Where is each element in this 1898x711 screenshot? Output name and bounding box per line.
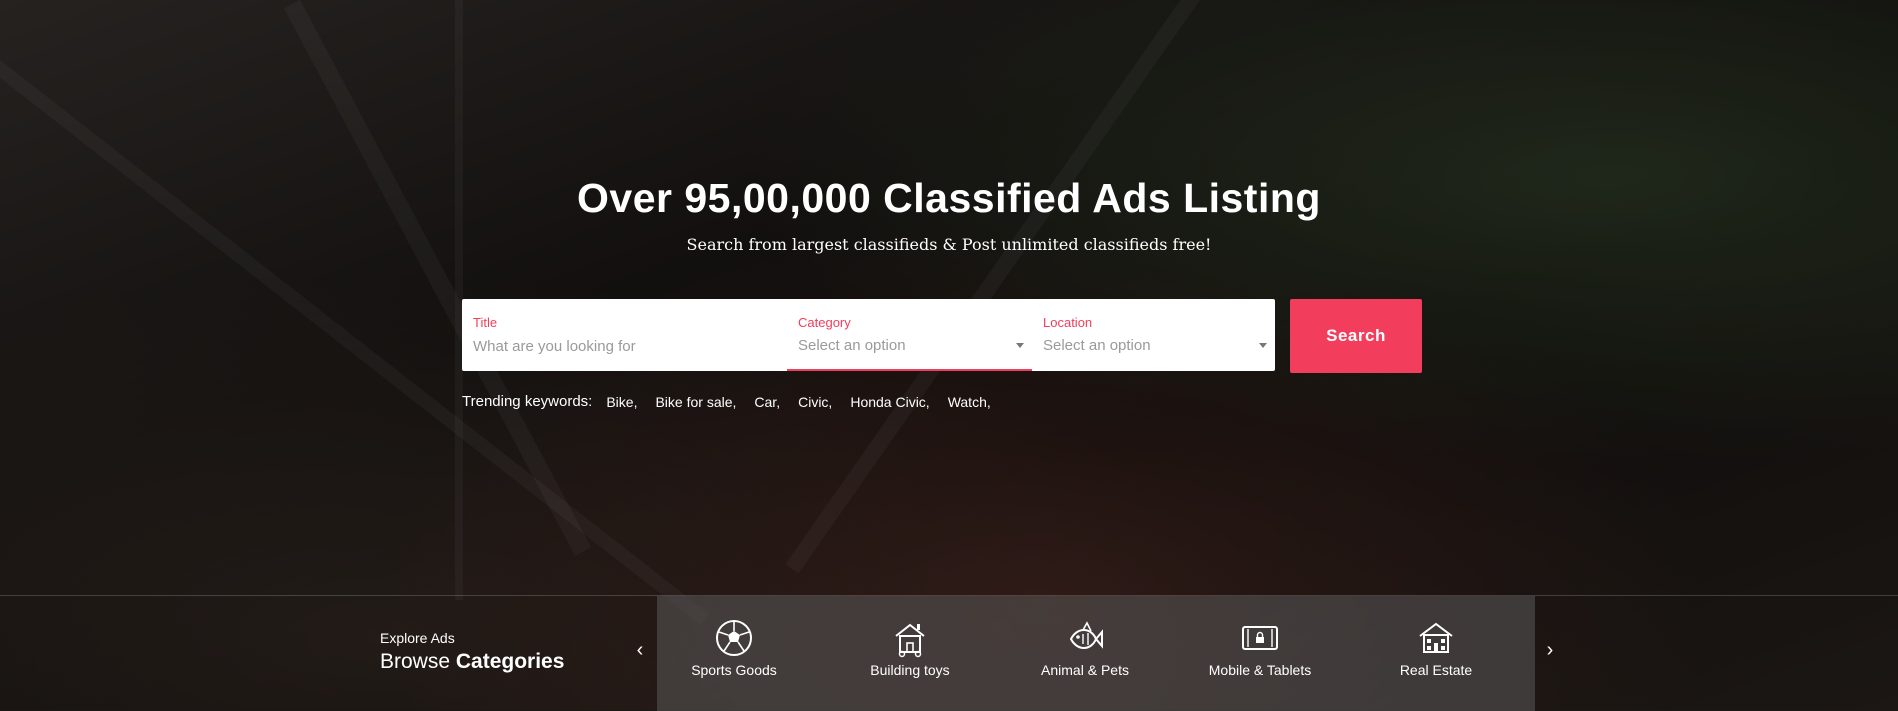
category-label: Mobile & Tablets bbox=[1208, 662, 1312, 678]
building-icon bbox=[1419, 622, 1453, 653]
toy-house-icon bbox=[895, 623, 925, 658]
category-label: Real Estate bbox=[1399, 662, 1473, 678]
title-field[interactable]: Title bbox=[462, 299, 787, 371]
soccer-ball-icon bbox=[716, 620, 752, 656]
category-label: Animal & Pets bbox=[1041, 662, 1129, 678]
search-button[interactable]: Search bbox=[1290, 299, 1422, 373]
location-select[interactable]: Location Select an option bbox=[1032, 299, 1275, 371]
location-value: Select an option bbox=[1043, 337, 1151, 354]
category-select[interactable]: Category Select an option bbox=[787, 299, 1032, 371]
trending-keyword[interactable]: Bike for sale, bbox=[655, 394, 736, 410]
category-item-real-estate[interactable]: Real Estate bbox=[1366, 618, 1506, 678]
category-kicker: Explore Ads bbox=[380, 630, 455, 646]
search-form: Title Category Select an option Location… bbox=[462, 299, 1275, 371]
category-heading-plain: Browse bbox=[380, 650, 451, 673]
title-label: Title bbox=[473, 315, 498, 330]
category-intro: Explore Ads Browse Categories bbox=[380, 630, 564, 674]
title-input[interactable] bbox=[473, 336, 773, 356]
trending-keyword[interactable]: Honda Civic, bbox=[850, 394, 929, 410]
category-carousel: Sports Goods Building toys Animal & Pets… bbox=[657, 596, 1535, 711]
trending-keyword[interactable]: Car, bbox=[754, 394, 780, 410]
carousel-prev-button[interactable]: ‹ bbox=[630, 640, 650, 660]
category-item-mobile-tablets[interactable]: Mobile & Tablets bbox=[1190, 618, 1330, 678]
trending-keyword[interactable]: Bike, bbox=[606, 394, 637, 410]
trending-keywords: Trending keywords: Bike, Bike for sale, … bbox=[462, 393, 1009, 410]
category-focus-underline bbox=[787, 369, 1032, 371]
location-label: Location bbox=[1043, 315, 1093, 330]
category-item-animal-pets[interactable]: Animal & Pets bbox=[1015, 618, 1155, 678]
trending-label: Trending keywords: bbox=[462, 393, 593, 410]
category-heading-bold: Categories bbox=[455, 650, 565, 673]
page-title: Over 95,00,000 Classified Ads Listing bbox=[577, 175, 1321, 221]
category-heading: Browse Categories bbox=[380, 650, 564, 674]
category-label: Category bbox=[798, 315, 851, 330]
tablet-icon bbox=[1242, 626, 1278, 650]
category-label: Sports Goods bbox=[691, 662, 777, 678]
category-value: Select an option bbox=[798, 337, 906, 354]
fish-icon bbox=[1069, 621, 1103, 649]
category-label: Building toys bbox=[870, 662, 950, 678]
page-subtitle: Search from largest classifieds & Post u… bbox=[686, 235, 1212, 254]
category-item-sports-goods[interactable]: Sports Goods bbox=[664, 618, 804, 678]
category-item-building-toys[interactable]: Building toys bbox=[840, 618, 980, 678]
chevron-down-icon bbox=[1259, 343, 1267, 348]
trending-keyword[interactable]: Watch, bbox=[948, 394, 991, 410]
trending-keyword[interactable]: Civic, bbox=[798, 394, 832, 410]
chevron-down-icon bbox=[1016, 343, 1024, 348]
category-bar: Explore Ads Browse Categories ‹ Sports G… bbox=[0, 595, 1898, 711]
carousel-next-button[interactable]: › bbox=[1540, 640, 1560, 660]
